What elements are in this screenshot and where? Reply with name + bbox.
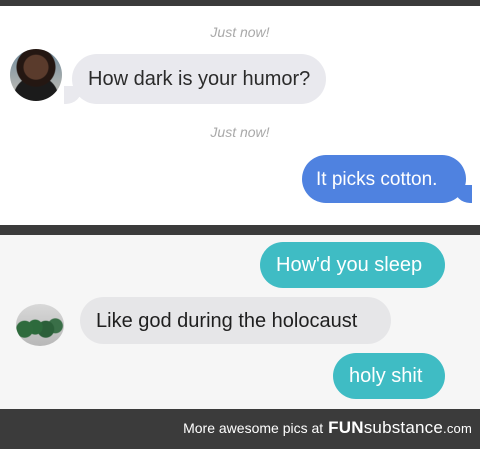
sent-message-text: How'd you sleep [276,254,423,276]
received-message-bubble: How dark is your humor? [64,54,326,104]
received-message-text: How dark is your humor? [88,68,311,90]
sent-message-bubble: How'd you sleep [260,242,445,288]
watermark-credit: More awesome pics at FUNsubstance.com [183,418,472,438]
received-message-text: Like god during the holocaust [96,309,358,332]
timestamp: Just now! [210,24,270,40]
contact-avatar[interactable] [16,304,64,346]
sent-message-text: holy shit [349,365,423,387]
sent-message-text: It picks cotton. [316,168,438,190]
logo-bold-part: FUN [328,418,364,437]
received-message-bubble: Like god during the holocaust [80,297,391,344]
contact-avatar[interactable] [10,49,62,101]
sent-message-bubble: holy shit [333,353,445,399]
site-logo: FUNsubstance.com [328,418,472,438]
sent-message-bubble: It picks cotton. [302,155,472,203]
logo-light-part: substance [363,418,444,437]
panel-divider [0,225,480,235]
watermark-prefix: More awesome pics at [183,420,324,436]
timestamp: Just now! [210,124,270,140]
logo-tld: .com [443,421,472,436]
